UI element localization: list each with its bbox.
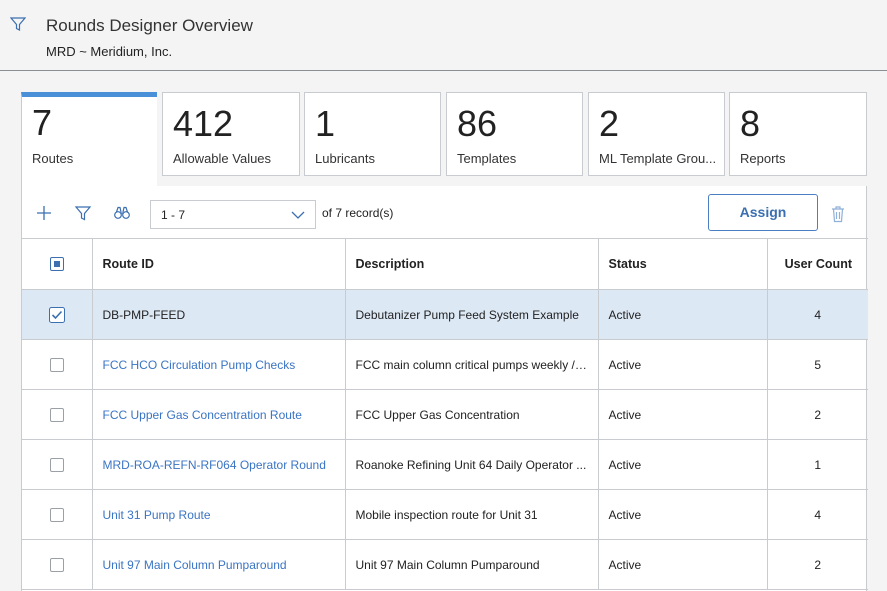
table-row[interactable]: Unit 31 Pump Route Mobile inspection rou… [22, 489, 868, 540]
tab-templates[interactable]: 86 Templates [446, 92, 583, 176]
status-cell: Active [597, 489, 768, 540]
tab-ml-template-groups[interactable]: 2 ML Template Grou... [588, 92, 725, 176]
description-cell: Unit 97 Main Column Pumparound [344, 539, 599, 590]
row-checkbox[interactable] [49, 357, 64, 372]
add-icon[interactable] [35, 204, 53, 222]
user-count-cell: 4 [766, 289, 868, 340]
user-count-cell: 4 [766, 489, 868, 540]
binoculars-icon[interactable] [113, 204, 131, 222]
row-checkbox[interactable] [49, 407, 64, 422]
tab-routes[interactable]: 7 Routes [21, 92, 157, 187]
row-select-cell [22, 289, 93, 340]
table-row[interactable]: FCC HCO Circulation Pump Checks FCC main… [22, 339, 868, 390]
description-cell: FCC Upper Gas Concentration [344, 389, 599, 440]
tab-count: 412 [173, 103, 234, 144]
table-header-row: Route ID Description Status User Count [22, 238, 868, 290]
tab-label: Allowable Values [173, 151, 272, 166]
route-id-link[interactable]: MRD-ROA-REFN-RF064 Operator Round [91, 439, 346, 490]
status-cell: Active [597, 439, 768, 490]
status-cell: Active [597, 339, 768, 390]
page-range-value: 1 - 7 [161, 208, 186, 222]
trash-icon[interactable] [830, 205, 846, 223]
table-row[interactable]: MRD-ROA-REFN-RF064 Operator Round Roanok… [22, 439, 868, 490]
row-select-cell [22, 389, 93, 440]
row-checkbox[interactable] [49, 457, 64, 472]
row-checkbox-checked[interactable] [48, 306, 65, 323]
tab-label: Templates [457, 151, 517, 166]
route-id-link[interactable]: Unit 31 Pump Route [91, 489, 346, 540]
user-count-cell: 2 [766, 389, 868, 440]
route-id-cell: DB-PMP-FEED [91, 289, 346, 340]
route-id-link[interactable]: Unit 97 Main Column Pumparound [91, 539, 346, 590]
tab-count: 7 [32, 102, 53, 143]
column-header-user-count[interactable]: User Count [766, 238, 868, 290]
select-all-checkbox[interactable] [49, 257, 64, 272]
row-checkbox[interactable] [49, 557, 64, 572]
column-header-status[interactable]: Status [597, 238, 768, 290]
user-count-cell: 1 [766, 439, 868, 490]
route-id-link[interactable]: FCC HCO Circulation Pump Checks [91, 339, 346, 390]
row-select-cell [22, 339, 93, 390]
page-header: Rounds Designer Overview MRD ~ Meridium,… [0, 0, 887, 71]
row-select-cell [22, 489, 93, 540]
tab-label: ML Template Grou... [599, 151, 717, 166]
route-id-link[interactable]: FCC Upper Gas Concentration Route [91, 389, 346, 440]
row-select-cell [22, 439, 93, 490]
table-row[interactable]: DB-PMP-FEED Debutanizer Pump Feed System… [22, 289, 868, 340]
tab-label: Reports [740, 151, 786, 166]
table-row[interactable]: Unit 97 Main Column Pumparound Unit 97 M… [22, 539, 868, 590]
tab-label: Lubricants [315, 151, 375, 166]
tab-reports[interactable]: 8 Reports [729, 92, 867, 176]
status-cell: Active [597, 289, 768, 340]
tab-count: 2 [599, 103, 620, 144]
description-cell: FCC main column critical pumps weekly / … [344, 339, 599, 390]
status-cell: Active [597, 539, 768, 590]
select-all-cell [22, 238, 93, 290]
filter-icon[interactable] [10, 16, 26, 32]
page-range-select[interactable]: 1 - 7 [150, 200, 316, 229]
routes-table: Route ID Description Status User Count D… [22, 238, 868, 590]
tab-lubricants[interactable]: 1 Lubricants [304, 92, 441, 176]
description-cell: Roanoke Refining Unit 64 Daily Operator … [344, 439, 599, 490]
tab-count: 86 [457, 103, 498, 144]
page-title: Rounds Designer Overview [46, 16, 253, 35]
filter-icon[interactable] [74, 204, 92, 222]
assign-button[interactable]: Assign [708, 194, 818, 231]
table-row[interactable]: FCC Upper Gas Concentration Route FCC Up… [22, 389, 868, 440]
chevron-down-icon [291, 211, 305, 219]
tab-allowable-values[interactable]: 412 Allowable Values [162, 92, 300, 176]
row-checkbox[interactable] [49, 507, 64, 522]
status-cell: Active [597, 389, 768, 440]
routes-panel: 1 - 7 of 7 record(s) Assign Route ID Des… [21, 186, 868, 591]
description-cell: Debutanizer Pump Feed System Example [344, 289, 599, 340]
record-count-text: of 7 record(s) [322, 206, 394, 220]
column-header-route-id[interactable]: Route ID [91, 238, 346, 290]
grid-toolbar: 1 - 7 of 7 record(s) Assign [22, 186, 868, 238]
tab-count: 1 [315, 103, 336, 144]
row-select-cell [22, 539, 93, 590]
tab-count: 8 [740, 103, 761, 144]
page-subtitle: MRD ~ Meridium, Inc. [46, 44, 173, 59]
user-count-cell: 2 [766, 539, 868, 590]
description-cell: Mobile inspection route for Unit 31 [344, 489, 599, 540]
user-count-cell: 5 [766, 339, 868, 390]
tab-label: Routes [32, 151, 74, 166]
column-header-description[interactable]: Description [344, 238, 599, 290]
